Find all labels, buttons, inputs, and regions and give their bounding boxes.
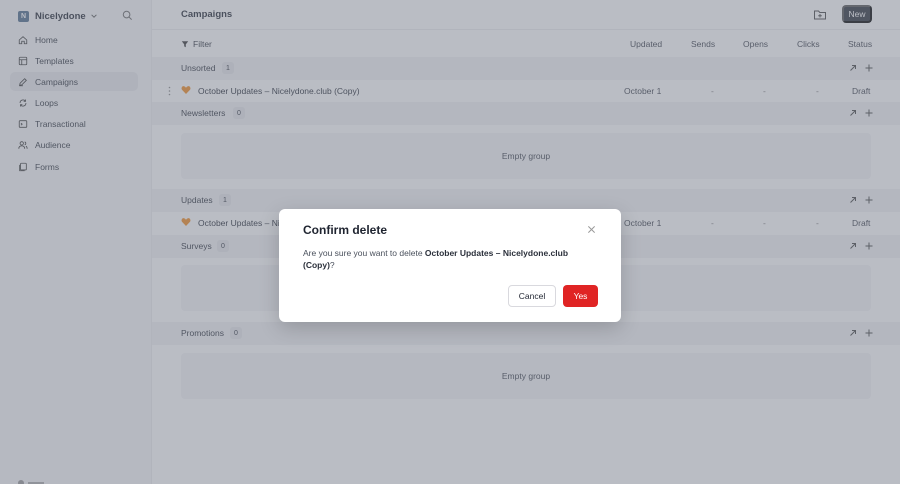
close-icon[interactable] (587, 225, 596, 234)
dialog-message-prefix: Are you sure you want to delete (303, 248, 425, 258)
dialog-message-suffix: ? (329, 260, 335, 270)
dialog-title: Confirm delete (303, 223, 388, 237)
cancel-button[interactable]: Cancel (508, 285, 556, 307)
dialog-message: Are you sure you want to delete October … (303, 247, 593, 271)
confirm-yes-button[interactable]: Yes (563, 285, 598, 307)
confirm-delete-dialog: Confirm delete Are you sure you want to … (279, 209, 621, 322)
